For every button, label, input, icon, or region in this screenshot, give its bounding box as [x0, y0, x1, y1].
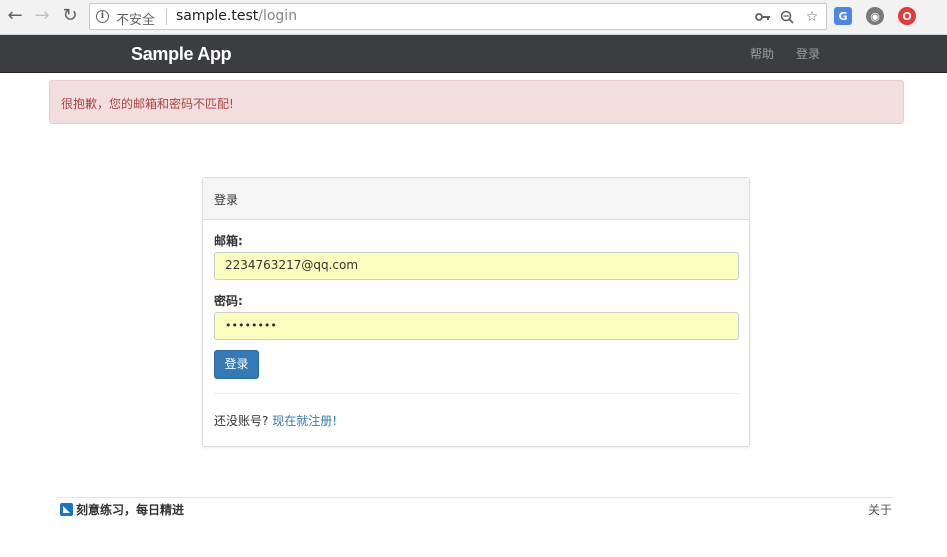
url-path: /login: [258, 8, 298, 24]
key-icon[interactable]: [754, 8, 772, 26]
signup-prompt: 还没账号? 现在就注册!: [214, 412, 337, 429]
panel-divider: [214, 393, 739, 394]
back-arrow-icon[interactable]: ←: [5, 6, 25, 26]
email-field[interactable]: 2234763217@qq.com: [214, 252, 739, 280]
browser-toolbar: ← → ↻ i 不安全 sample.test/login ☆ G ◉ O: [0, 0, 947, 35]
info-icon[interactable]: i: [96, 10, 109, 23]
app-navbar: Sample App 帮助 登录: [0, 35, 947, 73]
omnibox-separator: [166, 9, 167, 25]
address-bar[interactable]: i 不安全 sample.test/login ☆: [89, 3, 827, 30]
extension-icon[interactable]: ◉: [866, 7, 884, 25]
brand-logo[interactable]: Sample App: [131, 44, 232, 65]
error-alert: 很抱歉，您的邮箱和密码不匹配!: [49, 80, 904, 124]
password-field[interactable]: ••••••••: [214, 312, 739, 340]
signup-prompt-text: 还没账号?: [214, 414, 269, 428]
nav-link-help[interactable]: 帮助: [750, 45, 774, 62]
footer-divider: [58, 497, 893, 498]
panel-heading: 登录: [203, 178, 749, 220]
url-host: sample.test: [176, 8, 259, 24]
nav-link-login[interactable]: 登录: [796, 45, 820, 62]
login-submit-button[interactable]: 登录: [214, 350, 259, 379]
footer-about-link[interactable]: 关于: [868, 501, 892, 518]
password-label: 密码:: [214, 294, 243, 308]
url-text[interactable]: sample.test/login: [176, 8, 297, 24]
footer-logo-icon: [60, 503, 73, 516]
star-bookmark-icon[interactable]: ☆: [803, 8, 821, 26]
zoom-icon[interactable]: [778, 8, 796, 26]
forward-arrow-icon[interactable]: →: [32, 6, 52, 26]
signup-link[interactable]: 现在就注册!: [272, 414, 337, 428]
login-panel: 登录 邮箱: 2234763217@qq.com 密码: •••••••• 登录…: [202, 177, 750, 447]
opera-extension-icon[interactable]: O: [898, 7, 916, 25]
footer-slogan: 刻意练习，每日精进: [76, 503, 185, 517]
email-label: 邮箱:: [214, 234, 243, 248]
reload-icon[interactable]: ↻: [60, 6, 80, 26]
translate-extension-icon[interactable]: G: [834, 7, 852, 25]
security-status[interactable]: 不安全: [116, 9, 155, 28]
